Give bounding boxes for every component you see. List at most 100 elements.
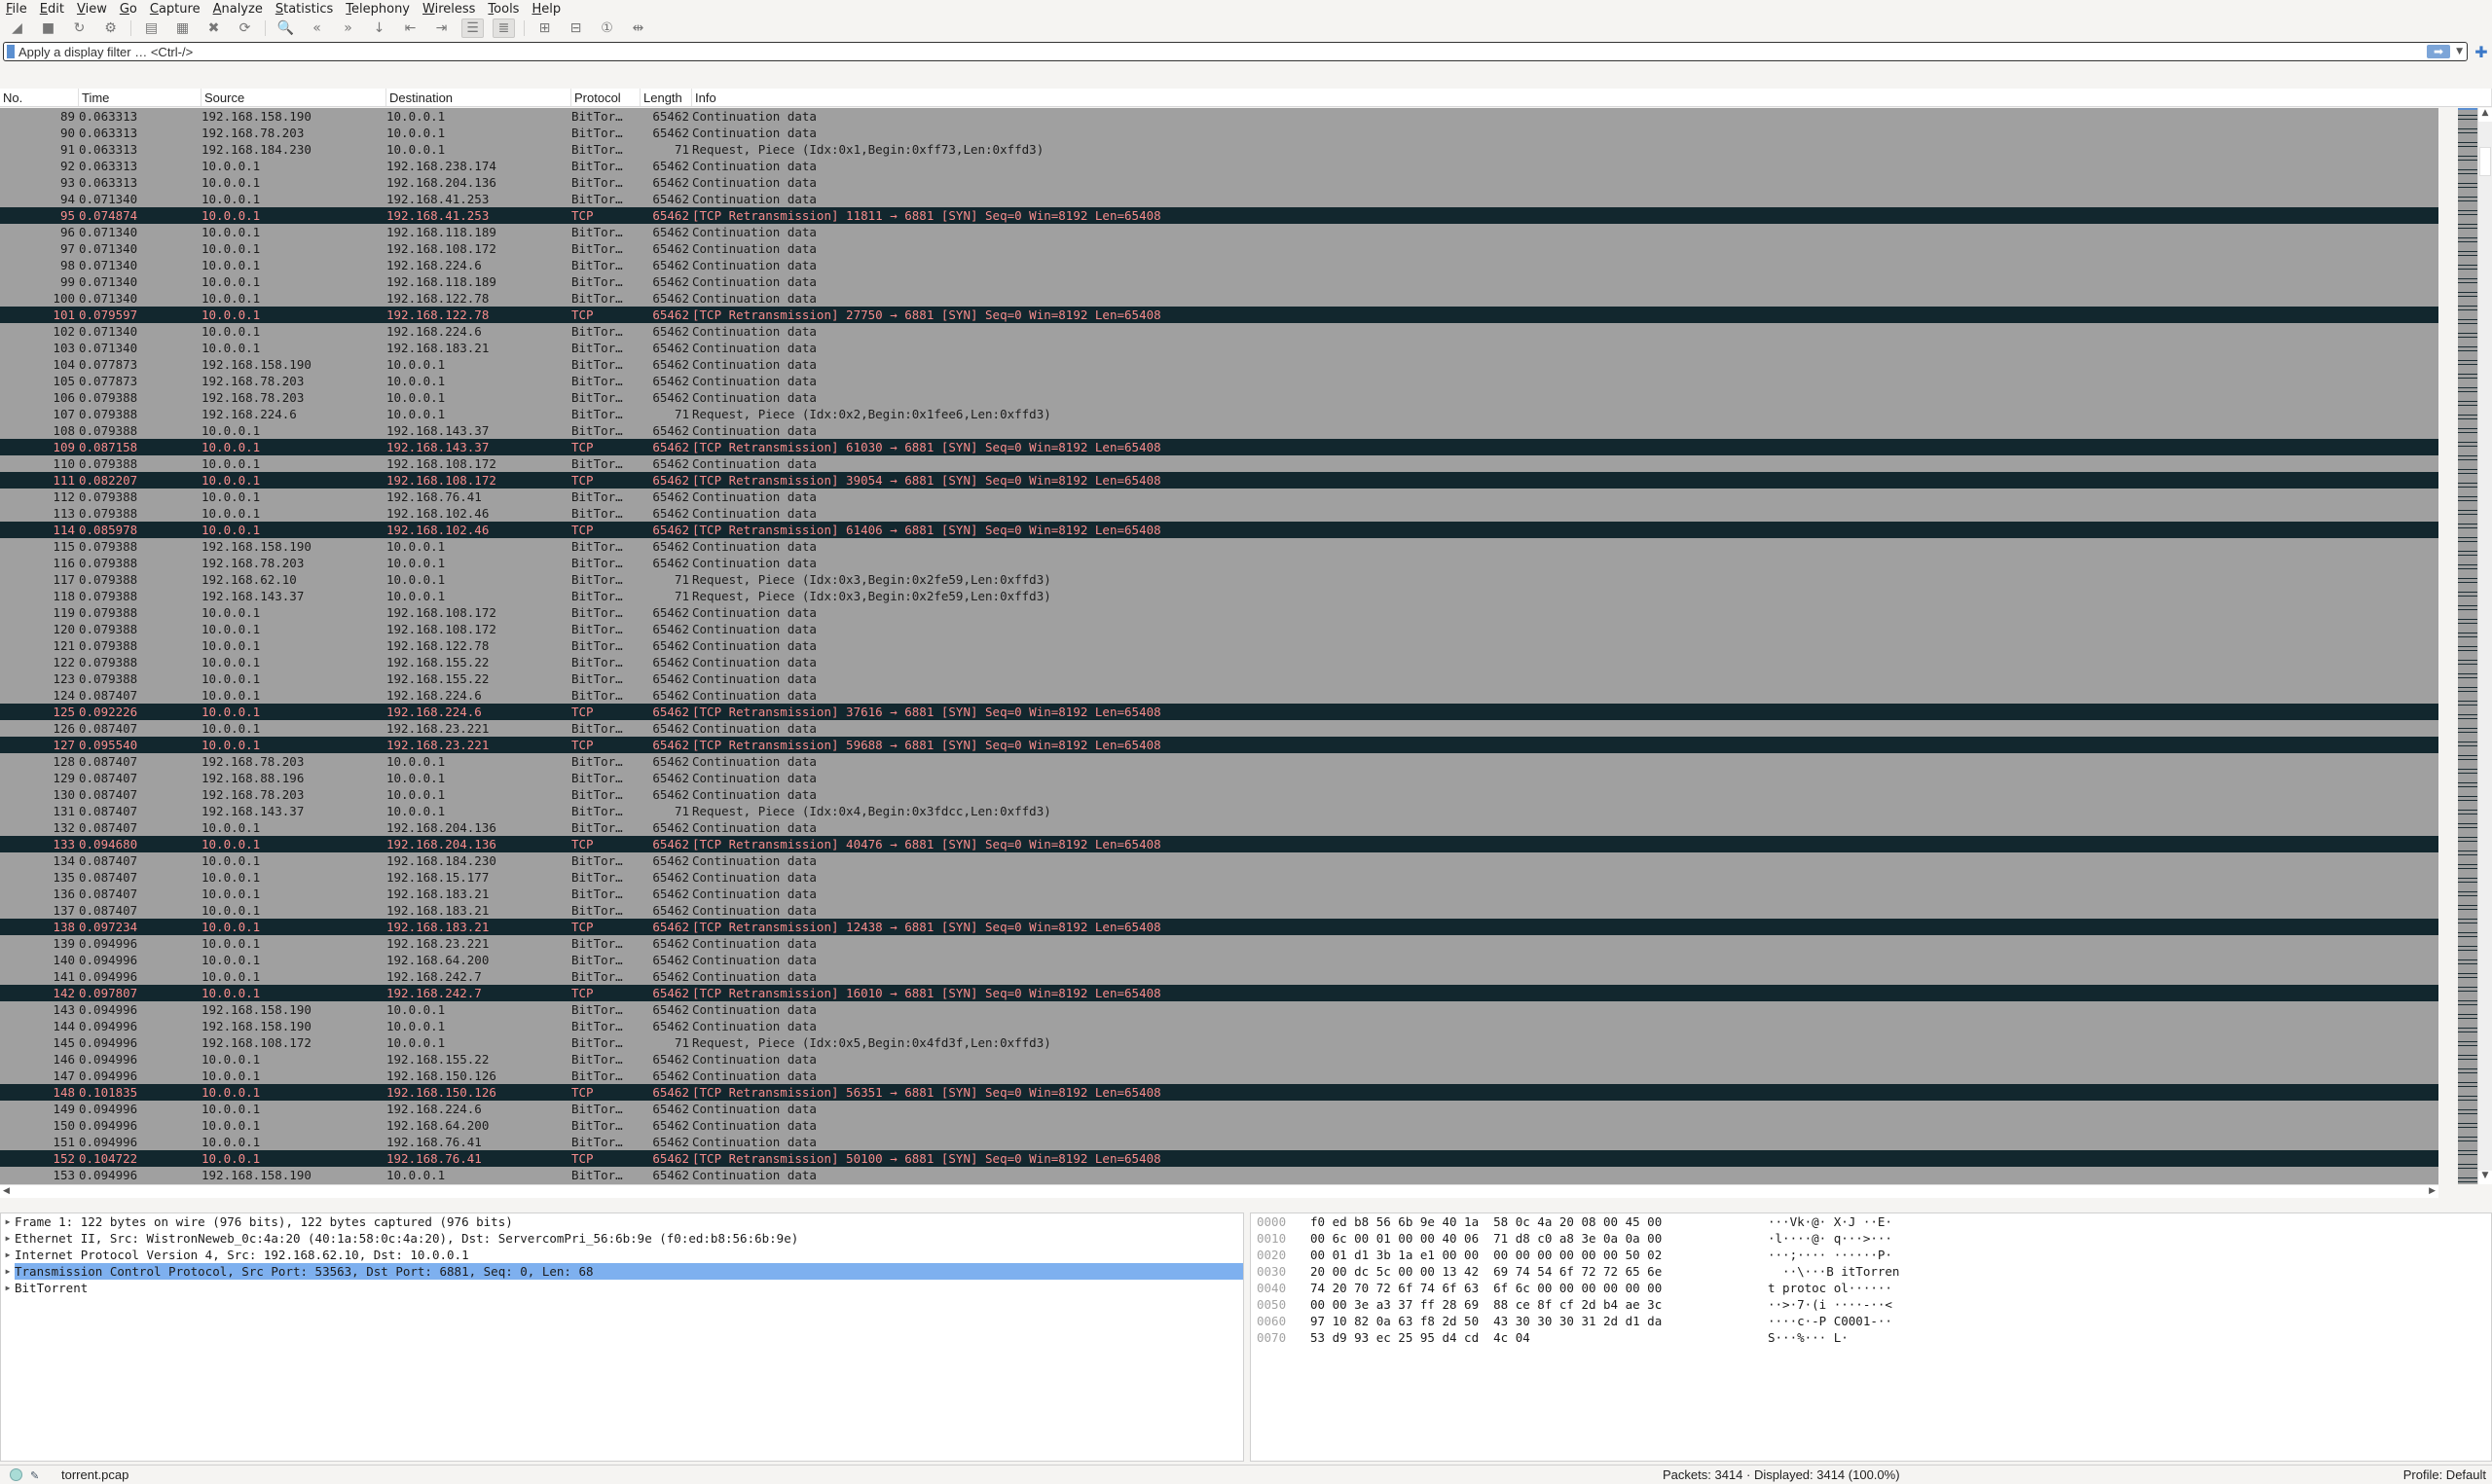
hex-row[interactable]: 0010 00 6c 00 01 00 00 40 06 71 d8 c0 a8 … (1257, 1230, 2491, 1247)
packet-row[interactable]: 147 0.094996 10.0.0.1 192.168.150.126 BitTor… (0, 1068, 2438, 1084)
packet-row[interactable]: 102 0.071340 10.0.0.1 192.168.224.6 BitTor… 6… (0, 323, 2438, 340)
packet-list-vertical-scrollbar[interactable]: ▲ ▼ (2477, 108, 2492, 1184)
menu-help[interactable]: Help (531, 2, 561, 17)
packet-row[interactable]: 117 0.079388 192.168.62.10 10.0.0.1 BitTor… 7… (0, 571, 2438, 588)
packet-row[interactable]: 133 0.094680 10.0.0.1 192.168.204.136 TCP 654… (0, 836, 2438, 852)
detail-tree-item[interactable]: ▶ Internet Protocol Version 4, Src: 192.1… (1, 1247, 1243, 1263)
zoom-out-icon[interactable]: ⊟ (565, 18, 587, 38)
column-header-info[interactable]: Info (692, 89, 2492, 106)
column-header-protocol[interactable]: Protocol (571, 89, 641, 106)
packet-list-minimap[interactable] (2458, 108, 2477, 1184)
packet-row[interactable]: 111 0.082207 10.0.0.1 192.168.108.172 TCP 654… (0, 472, 2438, 489)
menu-telephony[interactable]: Telephony (346, 2, 410, 17)
packet-row[interactable]: 144 0.094996 192.168.158.190 10.0.0.1 BitTor… (0, 1018, 2438, 1034)
packet-row[interactable]: 125 0.092226 10.0.0.1 192.168.224.6 TCP 65462… (0, 704, 2438, 720)
packet-row[interactable]: 115 0.079388 192.168.158.190 10.0.0.1 BitTor… (0, 538, 2438, 555)
save-file-icon[interactable]: ▦ (171, 18, 194, 38)
packet-row[interactable]: 112 0.079388 10.0.0.1 192.168.76.41 BitTor… 6… (0, 489, 2438, 505)
apply-filter-arrow-icon[interactable]: ➡ (2427, 45, 2451, 58)
colorize-icon[interactable]: ≣ (493, 18, 515, 38)
hex-row[interactable]: 0020 00 01 d1 3b 1a e1 00 00 00 00 00 00 … (1257, 1247, 2491, 1263)
filter-bookmark-icon[interactable] (7, 45, 15, 58)
packet-row[interactable]: 121 0.079388 10.0.0.1 192.168.122.78 BitTor…… (0, 637, 2438, 654)
expand-arrow-icon[interactable]: ▶ (1, 1280, 15, 1296)
packet-row[interactable]: 110 0.079388 10.0.0.1 192.168.108.172 BitTor… (0, 455, 2438, 472)
packet-row[interactable]: 114 0.085978 10.0.0.1 192.168.102.46 TCP 6546… (0, 522, 2438, 538)
open-file-icon[interactable]: ▤ (140, 18, 163, 38)
packet-row[interactable]: 122 0.079388 10.0.0.1 192.168.155.22 BitTor…… (0, 654, 2438, 670)
hex-row[interactable]: 0070 53 d9 93 ec 25 95 d4 cd 4c 04 S···%··… (1257, 1329, 2491, 1346)
packet-row[interactable]: 131 0.087407 192.168.143.37 10.0.0.1 BitTor…… (0, 803, 2438, 819)
menu-statistics[interactable]: Statistics (275, 2, 333, 17)
scroll-up-icon[interactable]: ▲ (2478, 108, 2492, 122)
packet-row[interactable]: 143 0.094996 192.168.158.190 10.0.0.1 BitTor… (0, 1001, 2438, 1018)
packet-row[interactable]: 95 0.074874 10.0.0.1 192.168.41.253 TCP 65462… (0, 207, 2438, 224)
start-capture-icon[interactable]: ◢ (6, 18, 28, 38)
packet-row[interactable]: 145 0.094996 192.168.108.172 10.0.0.1 BitTor… (0, 1034, 2438, 1051)
packet-row[interactable]: 151 0.094996 10.0.0.1 192.168.76.41 BitTor… 6… (0, 1134, 2438, 1150)
packet-row[interactable]: 123 0.079388 10.0.0.1 192.168.155.22 BitTor…… (0, 670, 2438, 687)
packet-row[interactable]: 132 0.087407 10.0.0.1 192.168.204.136 BitTor… (0, 819, 2438, 836)
packet-row[interactable]: 127 0.095540 10.0.0.1 192.168.23.221 TCP 6546… (0, 737, 2438, 753)
packet-row[interactable]: 104 0.077873 192.168.158.190 10.0.0.1 BitTor… (0, 356, 2438, 373)
go-last-icon[interactable]: ⇥ (430, 18, 453, 38)
packet-row[interactable]: 101 0.079597 10.0.0.1 192.168.122.78 TCP 6546… (0, 307, 2438, 323)
expand-arrow-icon[interactable]: ▶ (1, 1213, 15, 1230)
find-packet-icon[interactable]: 🔍 (275, 18, 297, 38)
detail-tree-item[interactable]: ▶ BitTorrent (1, 1280, 1243, 1296)
menu-wireless[interactable]: Wireless (422, 2, 475, 17)
profile-status[interactable]: Profile: Default (2403, 1467, 2486, 1482)
packet-row[interactable]: 96 0.071340 10.0.0.1 192.168.118.189 BitTor…… (0, 224, 2438, 240)
column-header-time[interactable]: Time (79, 89, 202, 106)
packet-row[interactable]: 146 0.094996 10.0.0.1 192.168.155.22 BitTor…… (0, 1051, 2438, 1068)
menu-edit[interactable]: Edit (40, 2, 64, 17)
go-forward-icon[interactable]: » (337, 18, 359, 38)
scroll-right-icon[interactable]: ▶ (2429, 1186, 2436, 1196)
packet-row[interactable]: 128 0.087407 192.168.78.203 10.0.0.1 BitTor…… (0, 753, 2438, 770)
packet-row[interactable]: 137 0.087407 10.0.0.1 192.168.183.21 BitTor…… (0, 902, 2438, 919)
packet-row[interactable]: 103 0.071340 10.0.0.1 192.168.183.21 BitTor…… (0, 340, 2438, 356)
packet-row[interactable]: 90 0.063313 192.168.78.203 10.0.0.1 BitTor… 6… (0, 125, 2438, 141)
packet-row[interactable]: 91 0.063313 192.168.184.230 10.0.0.1 BitTor…… (0, 141, 2438, 158)
resize-columns-icon[interactable]: ⇹ (627, 18, 649, 38)
packet-row[interactable]: 107 0.079388 192.168.224.6 10.0.0.1 BitTor… 7… (0, 406, 2438, 422)
packet-row[interactable]: 113 0.079388 10.0.0.1 192.168.102.46 BitTor…… (0, 505, 2438, 522)
packet-row[interactable]: 153 0.094996 192.168.158.190 10.0.0.1 BitTor… (0, 1167, 2438, 1183)
restart-capture-icon[interactable]: ↻ (68, 18, 91, 38)
detail-tree-item[interactable]: ▶ Frame 1: 122 bytes on wire (976 bits), … (1, 1213, 1243, 1230)
hex-row[interactable]: 0030 20 00 dc 5c 00 00 13 42 69 74 54 6f … (1257, 1263, 2491, 1280)
zoom-in-icon[interactable]: ⊞ (533, 18, 556, 38)
hex-row[interactable]: 0050 00 00 3e a3 37 ff 28 69 88 ce 8f cf … (1257, 1296, 2491, 1313)
packet-row[interactable]: 138 0.097234 10.0.0.1 192.168.183.21 TCP 6546… (0, 919, 2438, 935)
detail-tree-item[interactable]: ▶ Ethernet II, Src: WistronNeweb_0c:4a:20… (1, 1230, 1243, 1247)
expand-arrow-icon[interactable]: ▶ (1, 1247, 15, 1263)
menu-capture[interactable]: Capture (150, 2, 201, 17)
packet-row[interactable]: 105 0.077873 192.168.78.203 10.0.0.1 BitTor…… (0, 373, 2438, 389)
menu-analyze[interactable]: Analyze (213, 2, 263, 17)
hex-row[interactable]: 0040 74 20 70 72 6f 74 6f 63 6f 6c 00 00 … (1257, 1280, 2491, 1296)
packet-row[interactable]: 119 0.079388 10.0.0.1 192.168.108.172 BitTor… (0, 604, 2438, 621)
go-back-icon[interactable]: « (306, 18, 328, 38)
menu-tools[interactable]: Tools (488, 2, 519, 17)
packet-row[interactable]: 148 0.101835 10.0.0.1 192.168.150.126 TCP 654… (0, 1084, 2438, 1101)
capture-options-icon[interactable]: ⚙ (99, 18, 122, 38)
menu-file[interactable]: File (6, 2, 27, 17)
column-header-source[interactable]: Source (202, 89, 386, 106)
stop-capture-icon[interactable]: ■ (37, 18, 59, 38)
expand-arrow-icon[interactable]: ▶ (1, 1263, 15, 1280)
packet-row[interactable]: 109 0.087158 10.0.0.1 192.168.143.37 TCP 6546… (0, 439, 2438, 455)
packet-row[interactable]: 100 0.071340 10.0.0.1 192.168.122.78 BitTor…… (0, 290, 2438, 307)
hex-row[interactable]: 0060 97 10 82 0a 63 f8 2d 50 43 30 30 30 … (1257, 1313, 2491, 1329)
packet-row[interactable]: 134 0.087407 10.0.0.1 192.168.184.230 BitTor… (0, 852, 2438, 869)
hex-row[interactable]: 0000 f0 ed b8 56 6b 9e 40 1a 58 0c 4a 20 … (1257, 1213, 2491, 1230)
packet-row[interactable]: 150 0.094996 10.0.0.1 192.168.64.200 BitTor…… (0, 1117, 2438, 1134)
go-first-icon[interactable]: ⇤ (399, 18, 421, 38)
scroll-left-icon[interactable]: ◀ (3, 1186, 10, 1196)
filter-history-dropdown-icon[interactable]: ▼ (2456, 47, 2463, 56)
packet-row[interactable]: 97 0.071340 10.0.0.1 192.168.108.172 BitTor…… (0, 240, 2438, 257)
packet-row[interactable]: 106 0.079388 192.168.78.203 10.0.0.1 BitTor…… (0, 389, 2438, 406)
packet-row[interactable]: 120 0.079388 10.0.0.1 192.168.108.172 BitTor… (0, 621, 2438, 637)
packet-row[interactable]: 108 0.079388 10.0.0.1 192.168.143.37 BitTor…… (0, 422, 2438, 439)
packet-row[interactable]: 141 0.094996 10.0.0.1 192.168.242.7 BitTor… 6… (0, 968, 2438, 985)
capture-comment-icon[interactable]: ✎ (30, 1469, 42, 1482)
